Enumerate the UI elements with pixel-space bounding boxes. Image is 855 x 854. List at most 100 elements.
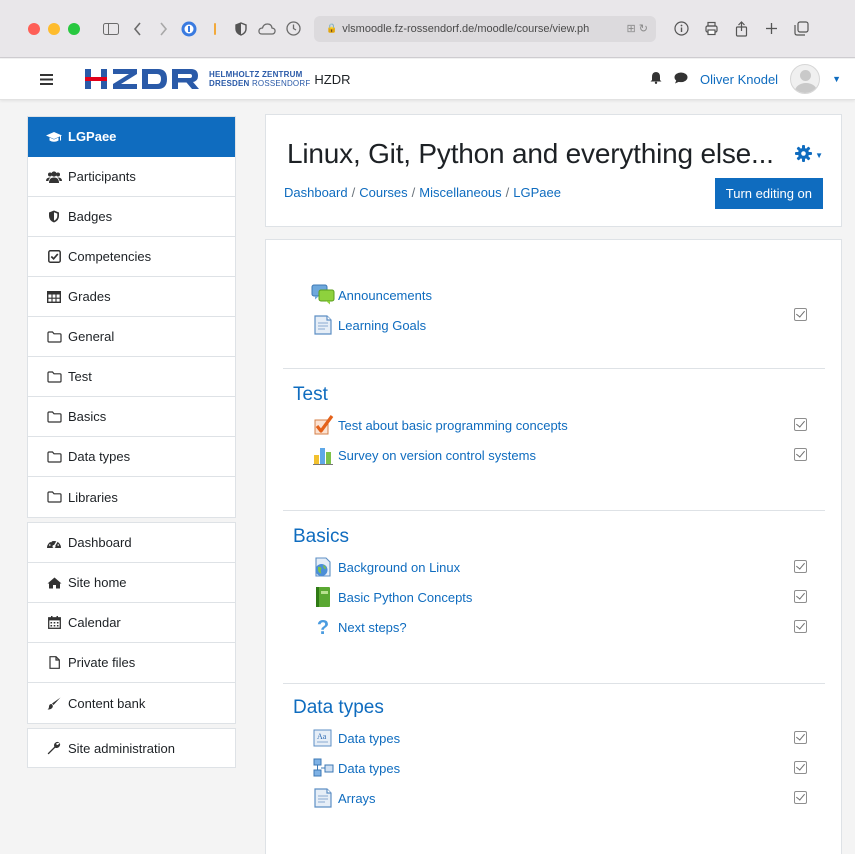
- breadcrumb-link-miscellaneous[interactable]: Miscellaneous: [419, 185, 501, 200]
- forward-icon[interactable]: [150, 17, 176, 41]
- sidebar-item-participants[interactable]: Participants: [28, 157, 235, 197]
- breadcrumb-link-courses[interactable]: Courses: [359, 185, 407, 200]
- completion-checkbox[interactable]: [794, 791, 807, 804]
- logo-line-2-bold: DRESDEN: [209, 79, 250, 88]
- hzdr-logo[interactable]: HELMHOLTZ ZENTRUM DRESDEN ROSSENDORF: [85, 69, 310, 89]
- sidebar-item-label: LGPaee: [68, 129, 117, 144]
- password-manager-icon[interactable]: [176, 17, 202, 41]
- sidebar-item-label: Basics: [68, 409, 107, 424]
- sidebar-item-label: Libraries: [68, 489, 118, 505]
- graduation-cap-icon: [46, 131, 62, 143]
- breadcrumb-link-lgpaee[interactable]: LGPaee: [513, 185, 561, 200]
- address-bar[interactable]: 🔒 vlsmoodle.fz-rossendorf.de/moodle/cour…: [314, 15, 656, 42]
- minimize-window-button[interactable]: [48, 22, 60, 35]
- sidebar-item-site-home[interactable]: Site home: [28, 563, 235, 603]
- completion-checkbox[interactable]: [794, 731, 807, 744]
- sidebar-item-grades[interactable]: Grades: [28, 277, 235, 317]
- course-actions-menu[interactable]: ▼: [795, 145, 823, 165]
- activity-link[interactable]: Next steps?: [338, 620, 407, 635]
- activity-link[interactable]: Learning Goals: [338, 318, 426, 333]
- zoom-window-button[interactable]: [68, 22, 80, 35]
- quiz-icon[interactable]: [311, 414, 335, 436]
- course-content: Announcements Learning Goals Test Test abou…: [265, 239, 842, 854]
- book-icon[interactable]: [311, 586, 335, 608]
- course-section: Announcements Learning Goals: [283, 280, 825, 340]
- sidebar-item-basics[interactable]: Basics: [28, 397, 235, 437]
- user-avatar[interactable]: [790, 64, 821, 94]
- section-title[interactable]: Basics: [293, 526, 825, 552]
- calendar-icon: [46, 616, 62, 629]
- history-clock-icon[interactable]: [280, 17, 306, 41]
- sidebar-item-general[interactable]: General: [28, 317, 235, 357]
- table-icon: [46, 290, 62, 303]
- glossary-icon[interactable]: Aa: [311, 727, 335, 749]
- completion-checkbox[interactable]: [794, 448, 807, 461]
- messages-icon[interactable]: [674, 72, 688, 87]
- share-icon[interactable]: [728, 17, 754, 41]
- sidebar-item-test[interactable]: Test: [28, 357, 235, 397]
- extension-icon[interactable]: [202, 17, 228, 41]
- privacy-shield-icon[interactable]: [228, 17, 254, 41]
- logo-line-2: DRESDEN ROSSENDORF: [209, 79, 310, 88]
- sidebar-item-competencies[interactable]: Competencies: [28, 237, 235, 277]
- svg-text:?: ?: [317, 617, 329, 638]
- activity-link[interactable]: Survey on version control systems: [338, 448, 536, 463]
- tab-overview-icon[interactable]: [788, 17, 814, 41]
- completion-checkbox[interactable]: [794, 418, 807, 431]
- activity-link[interactable]: Announcements: [338, 288, 432, 303]
- sidebar-item-data-types[interactable]: Data types: [28, 437, 235, 477]
- breadcrumb-link-dashboard[interactable]: Dashboard: [284, 185, 348, 200]
- gear-icon: [795, 145, 813, 165]
- sidebar-item-private-files[interactable]: Private files: [28, 643, 235, 683]
- section-title[interactable]: Test: [293, 384, 825, 410]
- logo-wordmark: HELMHOLTZ ZENTRUM DRESDEN ROSSENDORF: [209, 70, 310, 88]
- question-icon[interactable]: ?: [311, 616, 335, 638]
- url-text: vlsmoodle.fz-rossendorf.de/moodle/course…: [342, 22, 590, 35]
- page-icon[interactable]: [311, 787, 335, 809]
- chevron-down-icon: ▼: [815, 150, 823, 160]
- survey-icon[interactable]: [311, 444, 335, 466]
- sidebar-item-lgpaee[interactable]: LGPaee: [28, 117, 235, 157]
- back-icon[interactable]: [124, 17, 150, 41]
- turn-editing-on-button[interactable]: Turn editing on: [714, 178, 823, 209]
- completion-checkbox[interactable]: [794, 620, 807, 633]
- page-icon[interactable]: [311, 314, 335, 336]
- activity-link[interactable]: Test about basic programming concepts: [338, 418, 568, 433]
- user-menu-caret-icon[interactable]: ▼: [832, 74, 841, 84]
- reader-reload-icons[interactable]: ⊞ ↻: [627, 22, 649, 35]
- completion-checkbox[interactable]: [794, 761, 807, 774]
- course-section: Test Test about basic programming concept…: [283, 384, 825, 470]
- notifications-bell-icon[interactable]: [650, 71, 662, 87]
- activity-link[interactable]: Basic Python Concepts: [338, 590, 472, 605]
- forum-icon[interactable]: [311, 284, 335, 306]
- sidebar-item-dashboard[interactable]: Dashboard: [28, 523, 235, 563]
- sidebar-toggle-icon[interactable]: [98, 17, 124, 41]
- url-icon[interactable]: [311, 556, 335, 578]
- completion-checkbox[interactable]: [794, 590, 807, 603]
- cloud-icon[interactable]: [254, 17, 280, 41]
- sidebar-item-calendar[interactable]: Calendar: [28, 603, 235, 643]
- print-icon[interactable]: [698, 17, 724, 41]
- section-title[interactable]: Data types: [293, 697, 825, 723]
- sidebar-item-label: Content bank: [68, 695, 146, 711]
- sidebar-item-site-administration[interactable]: Site administration: [28, 729, 235, 767]
- database-icon[interactable]: [311, 757, 335, 779]
- site-name[interactable]: HZDR: [314, 72, 350, 87]
- info-icon[interactable]: [668, 17, 694, 41]
- new-tab-icon[interactable]: [758, 17, 784, 41]
- menu-toggle-icon[interactable]: [33, 66, 59, 92]
- activity-link[interactable]: Arrays: [338, 791, 376, 806]
- activity-link[interactable]: Data types: [338, 761, 400, 776]
- completion-checkbox[interactable]: [794, 308, 807, 321]
- close-window-button[interactable]: [28, 22, 40, 35]
- sidebar-item-libraries[interactable]: Libraries: [28, 477, 235, 517]
- completion-checkbox[interactable]: [794, 560, 807, 573]
- activity-link[interactable]: Background on Linux: [338, 560, 460, 575]
- sidebar-item-content-bank[interactable]: Content bank: [28, 683, 235, 723]
- activity-link[interactable]: Data types: [338, 731, 400, 746]
- activity-item: Test about basic programming concepts: [283, 410, 825, 440]
- user-menu-name[interactable]: Oliver Knodel: [700, 72, 778, 87]
- sidebar-item-badges[interactable]: Badges: [28, 197, 235, 237]
- site-navbar: HELMHOLTZ ZENTRUM DRESDEN ROSSENDORF HZD…: [0, 59, 855, 100]
- activity-item: Data types: [283, 753, 825, 783]
